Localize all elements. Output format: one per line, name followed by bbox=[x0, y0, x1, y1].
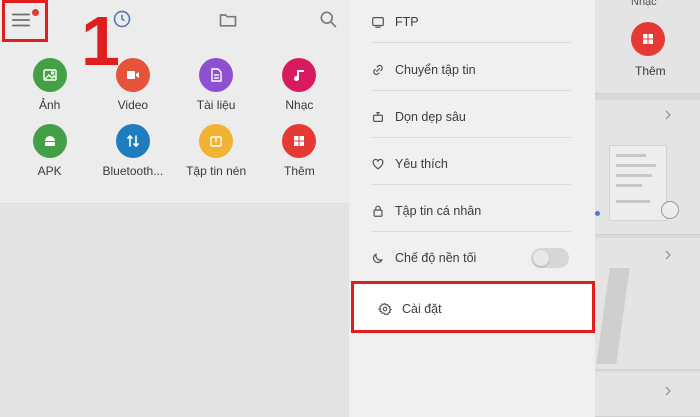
drawer-item-private-files[interactable]: Tập tin cá nhân bbox=[371, 199, 581, 223]
cleaner-icon bbox=[371, 110, 385, 124]
drawer-item-label: Dọn dẹp sâu bbox=[395, 110, 466, 124]
category-apk[interactable]: APK bbox=[8, 124, 91, 178]
drawer-item-settings[interactable]: Cài đặt bbox=[378, 297, 588, 321]
drawer-item-label: Cài đặt bbox=[402, 302, 442, 316]
grid-icon bbox=[631, 22, 665, 56]
drawer-divider bbox=[371, 90, 571, 91]
drawer-item-label: Chuyển tập tin bbox=[395, 63, 476, 77]
radio-button bbox=[661, 201, 679, 219]
chevron-right-icon bbox=[663, 110, 673, 120]
lock-icon bbox=[371, 204, 385, 218]
category-label: APK bbox=[37, 164, 62, 178]
folder-icon[interactable] bbox=[218, 10, 238, 30]
chevron-right-icon bbox=[663, 250, 673, 260]
category-label: Ảnh bbox=[38, 98, 61, 112]
status-dot bbox=[595, 211, 600, 216]
category-music[interactable]: Nhạc bbox=[258, 58, 341, 112]
category-label: Tập tin nén bbox=[186, 164, 247, 178]
gear-icon bbox=[378, 302, 392, 316]
home-panel: 1 Ảnh Video Tài liệu Nhạc APK Bluetooth.… bbox=[0, 0, 349, 417]
video-icon bbox=[115, 58, 150, 92]
background-more-label: Thêm bbox=[635, 64, 666, 78]
drawer-item-label: Yêu thích bbox=[395, 157, 448, 171]
drawer-item-label: FTP bbox=[395, 15, 419, 29]
search-icon[interactable] bbox=[318, 9, 338, 29]
drawer-divider bbox=[371, 137, 571, 138]
category-label: Video bbox=[117, 98, 149, 112]
category-label: Thêm bbox=[284, 164, 315, 178]
category-images[interactable]: Ảnh bbox=[8, 58, 91, 112]
drawer-item-deep-clean[interactable]: Dọn dẹp sâu bbox=[371, 105, 581, 129]
android-icon bbox=[32, 124, 67, 158]
music-icon bbox=[282, 58, 317, 92]
drawer-divider bbox=[371, 231, 571, 232]
menu-highlight-box bbox=[2, 0, 48, 42]
background-content-panel: Nhạc Thêm bbox=[595, 0, 700, 417]
drawer-divider bbox=[371, 42, 571, 43]
link-icon bbox=[371, 63, 385, 77]
moon-icon bbox=[371, 251, 385, 265]
drawer-item-favorites[interactable]: Yêu thích bbox=[371, 152, 581, 176]
heart-icon bbox=[371, 157, 385, 171]
dark-mode-toggle[interactable] bbox=[531, 248, 569, 268]
drawer-item-transfer[interactable]: Chuyển tập tin bbox=[371, 58, 581, 82]
home-empty-area bbox=[0, 205, 349, 417]
category-label: Tài liệu bbox=[196, 98, 236, 112]
document-icon bbox=[199, 58, 234, 92]
ftp-icon bbox=[371, 15, 385, 29]
category-archives[interactable]: Tập tin nén bbox=[175, 124, 258, 178]
drawer-item-ftp[interactable]: FTP bbox=[371, 10, 581, 34]
image-icon bbox=[32, 58, 67, 92]
navigation-drawer: FTP Chuyển tập tin Dọn dẹp sâu Yêu thích… bbox=[349, 0, 595, 417]
category-documents[interactable]: Tài liệu bbox=[175, 58, 258, 112]
background-card bbox=[595, 372, 700, 417]
chevron-right-icon bbox=[663, 386, 673, 396]
category-bluetooth[interactable]: Bluetooth... bbox=[91, 124, 174, 178]
zip-icon bbox=[199, 124, 234, 158]
bluetooth-transfer-icon bbox=[115, 124, 150, 158]
grid-icon bbox=[282, 124, 317, 158]
category-more[interactable]: Thêm bbox=[258, 124, 341, 178]
drawer-item-label: Tập tin cá nhân bbox=[395, 204, 482, 218]
category-grid: Ảnh Video Tài liệu Nhạc APK Bluetooth...… bbox=[8, 58, 341, 178]
background-card: Nhạc Thêm bbox=[595, 0, 700, 94]
settings-highlight-box: Cài đặt bbox=[351, 281, 595, 333]
category-video[interactable]: Video bbox=[91, 58, 174, 112]
category-label: Nhạc bbox=[285, 98, 314, 112]
background-music-label: Nhạc bbox=[631, 0, 657, 8]
drawer-item-label: Chế độ nền tối bbox=[395, 251, 477, 265]
drawer-divider bbox=[371, 184, 571, 185]
category-label: Bluetooth... bbox=[102, 164, 164, 178]
phone-preview-thumbnail bbox=[609, 145, 667, 221]
